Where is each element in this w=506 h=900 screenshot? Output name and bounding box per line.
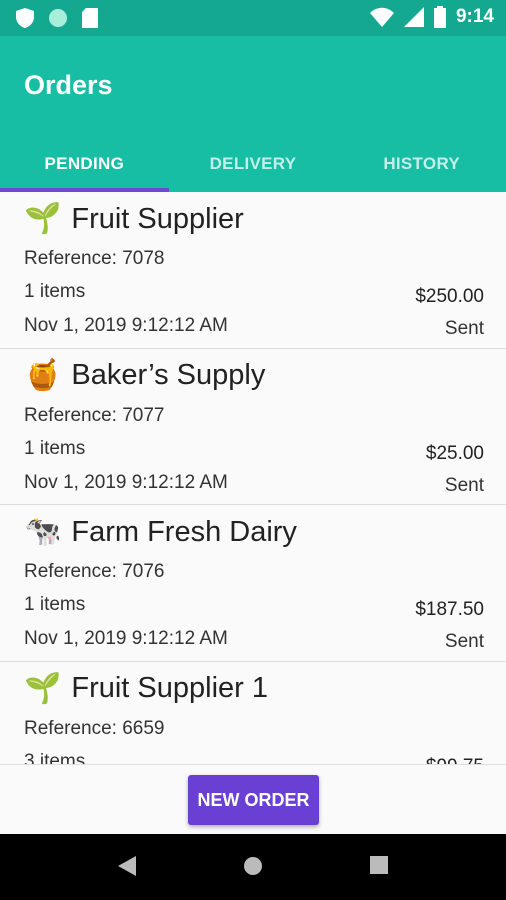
navigation-bar [0,834,506,900]
order-amount: $187.50 [415,599,484,620]
signal-icon [403,7,424,27]
order-reference: Reference: 6659 [24,717,165,739]
item-count: 1 items [24,594,86,615]
supplier-name: Fruit Supplier 1 [71,672,269,704]
tab-pending[interactable]: PENDING [0,136,169,192]
item-count: 3 items [24,750,86,765]
home-icon[interactable] [243,856,263,876]
battery-icon [433,6,446,28]
order-reference: Reference: 7076 [24,561,165,582]
order-amount: $99.75 [426,756,484,765]
order-amount: $250.00 [415,286,484,307]
order-row[interactable]: 🍯 Baker’s Supply Reference: 7077 1 items… [0,349,506,505]
honey-pot-icon: 🍯 [24,358,62,392]
seedling-icon: 🌱 [24,671,62,705]
seedling-icon: 🌱 [24,202,62,235]
item-count: 1 items [24,281,86,302]
sd-card-icon [82,8,98,28]
shield-icon [16,8,34,28]
order-status: Sent [444,318,484,339]
tab-delivery[interactable]: DELIVERY [169,136,338,192]
order-date: Nov 1, 2019 9:12:12 AM [24,628,228,649]
tab-history[interactable]: HISTORY [337,136,506,192]
order-date: Nov 1, 2019 9:12:12 AM [24,315,228,336]
back-icon[interactable] [118,856,136,876]
item-count: 1 items [24,437,86,459]
status-bar: 9:14 [0,0,506,36]
order-status: Sent [444,474,484,496]
orders-list[interactable]: 🌱 Fruit Supplier Reference: 7078 1 items… [0,192,506,764]
order-amount: $25.00 [425,442,484,464]
page-title: Orders [24,70,113,100]
cow-icon: 🐄 [24,515,62,548]
tab-bar: PENDING DELIVERY HISTORY [0,136,506,192]
order-reference: Reference: 7078 [24,248,165,269]
supplier-name: Baker’s Supply [71,359,266,391]
footer: NEW ORDER [0,764,506,834]
supplier-name: Fruit Supplier [71,202,244,235]
wifi-icon [369,7,394,27]
circle-status-icon [49,9,67,27]
order-row[interactable]: 🐄 Farm Fresh Dairy Reference: 7076 1 ite… [0,505,506,662]
order-date: Nov 1, 2019 9:12:12 AM [24,471,228,493]
app-bar: Orders PENDING DELIVERY HISTORY [0,36,506,192]
clock: 9:14 [455,6,494,27]
order-reference: Reference: 7077 [24,404,165,426]
recents-icon[interactable] [370,856,388,874]
order-row[interactable]: 🌱 Fruit Supplier Reference: 7078 1 items… [0,192,506,349]
supplier-name: Farm Fresh Dairy [71,515,297,548]
order-row[interactable]: 🌱 Fruit Supplier 1 Reference: 6659 3 ite… [0,662,506,765]
order-status: Sent [444,631,484,652]
new-order-button[interactable]: NEW ORDER [188,775,319,825]
